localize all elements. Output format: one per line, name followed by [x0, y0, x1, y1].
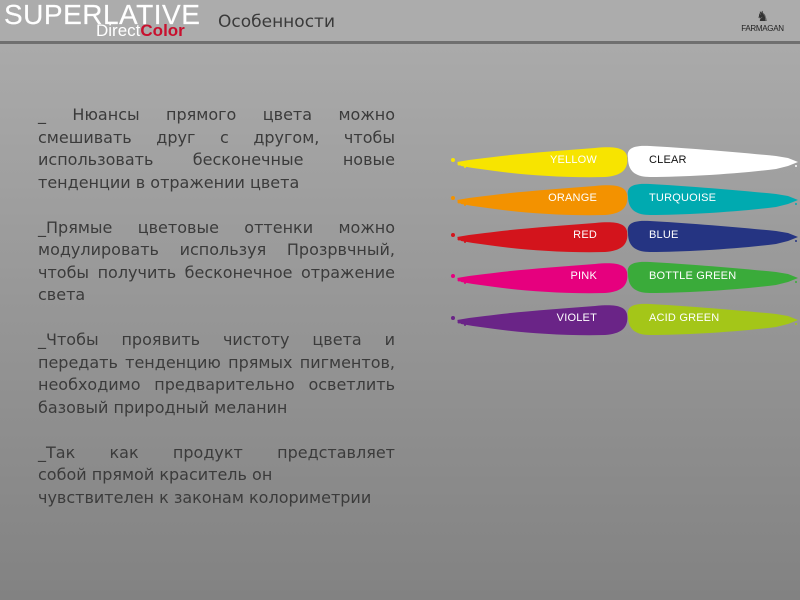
paint-splatter — [457, 320, 461, 324]
brush-stroke-fill — [457, 305, 628, 336]
features-text: _ Нюансы прямого цвета можно смешивать д… — [38, 104, 395, 532]
feature-paragraph-1: _ Нюансы прямого цвета можно смешивать д… — [38, 105, 395, 192]
swatch-orange: ORANGE — [451, 182, 628, 216]
logo-sub-prefix: Direct — [96, 21, 141, 40]
feature-paragraph-3: _Чтобы проявить чистоту цвета и передать… — [38, 330, 395, 417]
paint-splatter — [464, 282, 466, 284]
swatch-pink: PINK — [451, 260, 628, 294]
swatch-label: RED — [573, 229, 597, 241]
logo-sub-accent: Color — [140, 21, 185, 40]
brush-stroke-shape — [451, 147, 628, 178]
paint-splatter — [795, 165, 797, 167]
feature-paragraph-4-line-2: собой прямой краситель он — [38, 465, 273, 484]
swatch-label: CLEAR — [649, 154, 687, 166]
paint-splatter — [451, 274, 455, 278]
swatch-label: BLUE — [649, 229, 679, 241]
paint-splatter — [457, 162, 461, 166]
paint-splatter — [464, 324, 466, 326]
lion-crest-icon: ♞ — [756, 9, 769, 25]
paint-splatter — [451, 316, 455, 320]
paint-splatter — [451, 233, 455, 237]
swatch-label: ACID GREEN — [649, 312, 720, 324]
paint-splatter — [795, 281, 797, 283]
page-title: Особенности — [218, 12, 335, 32]
farmagan-logo: ♞ FARMAGAN — [735, 10, 790, 33]
paint-splatter — [795, 203, 797, 205]
brush-stroke-fill — [457, 222, 628, 253]
paint-splatter — [451, 196, 455, 200]
paint-splatter — [457, 237, 461, 241]
paint-splatter — [457, 278, 461, 282]
feature-paragraph-4-line-3: чувствителен к законам колориметрии — [38, 487, 372, 507]
swatch-blue: BLUE — [626, 219, 798, 253]
brush-stroke-fill — [457, 263, 628, 294]
brand-name: FARMAGAN — [741, 24, 784, 33]
logo-sub-text: DirectColor — [96, 22, 185, 40]
swatch-label: PINK — [570, 270, 597, 282]
swatch-acid-green: ACID GREEN — [626, 302, 798, 336]
paint-splatter — [451, 158, 455, 162]
swatch-clear: CLEAR — [626, 144, 798, 178]
swatch-label: VIOLET — [556, 312, 597, 324]
feature-paragraph-2: _Прямые цветовые оттенки можно модулиров… — [38, 217, 395, 305]
paint-splatter — [464, 241, 466, 243]
paint-splatter — [464, 204, 466, 206]
swatch-label: BOTTLE GREEN — [649, 270, 737, 282]
swatch-turquoise: TURQUOISE — [626, 182, 798, 216]
swatch-violet: VIOLET — [451, 302, 628, 336]
feature-paragraph-4-line-1: _Так как продукт представляет — [38, 442, 395, 462]
swatch-yellow: YELLOW — [451, 144, 628, 178]
swatch-red: RED — [451, 219, 628, 253]
brush-stroke-shape — [451, 305, 628, 336]
superlative-logo: SUPERLATIVE DirectColor — [4, 0, 204, 42]
paint-splatter — [457, 200, 461, 204]
brush-stroke-shape — [451, 222, 628, 253]
swatch-bottle-green: BOTTLE GREEN — [626, 260, 798, 294]
brush-stroke-fill — [457, 147, 628, 178]
paint-splatter — [795, 240, 797, 242]
color-swatch-chart: YELLOW CLEAR ORANGE TURQUOISE RED BLUE PINK BOT… — [450, 140, 800, 350]
feature-paragraph-4: _Так как продукт представляет собой прям… — [38, 442, 395, 510]
swatch-label: YELLOW — [549, 154, 597, 166]
paint-splatter — [795, 323, 797, 325]
brush-stroke-fill — [457, 185, 628, 216]
brush-stroke-shape — [451, 263, 628, 294]
swatch-label: TURQUOISE — [649, 192, 717, 204]
brush-stroke-shape — [451, 185, 628, 216]
swatch-label: ORANGE — [548, 192, 597, 204]
paint-splatter — [464, 166, 466, 168]
